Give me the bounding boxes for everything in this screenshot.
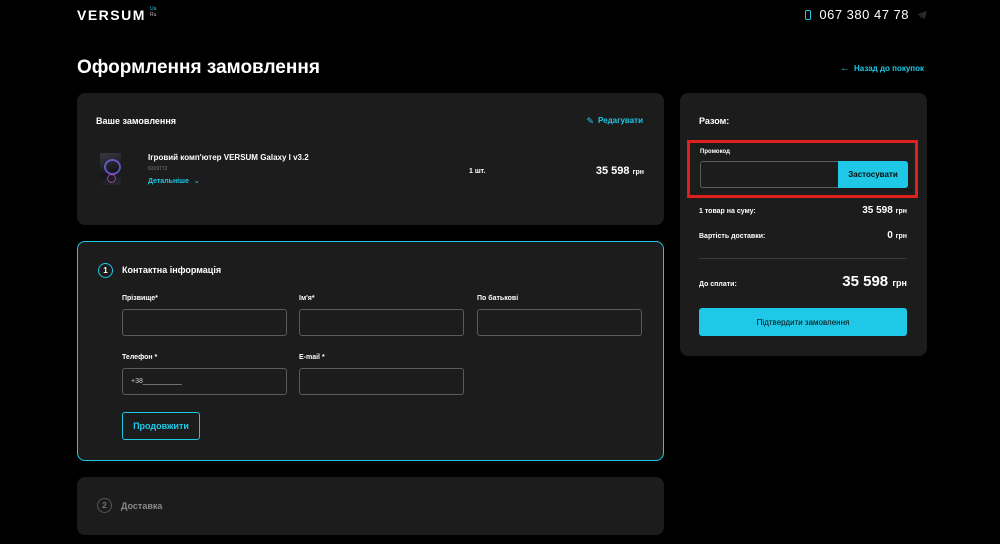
step-number-1: 1: [98, 263, 113, 278]
last-name-label: Прізвище*: [122, 295, 158, 302]
apply-promo-button[interactable]: Застосувати: [838, 161, 908, 188]
delivery-section[interactable]: 2 Доставка: [77, 477, 664, 535]
phone-number: 067 380 47 78: [819, 7, 909, 22]
edit-order-link[interactable]: ✎ Редагувати: [586, 116, 643, 125]
shipping-label: Вартість доставки:: [699, 233, 766, 240]
edit-label: Редагувати: [598, 116, 643, 125]
grand-total-label: До сплати:: [699, 281, 737, 288]
confirm-order-button[interactable]: Підтвердити замовлення: [699, 308, 907, 336]
items-total-price: 35 598 грн: [862, 205, 907, 216]
product-image[interactable]: [100, 153, 121, 185]
last-name-input[interactable]: [122, 309, 287, 336]
product-sku: 6319772: [148, 166, 168, 172]
shipping-value: 0: [887, 230, 893, 241]
step-number-2: 2: [97, 498, 112, 513]
items-total-label: 1 товар на суму:: [699, 208, 756, 215]
grand-total-value: 35 598: [842, 273, 889, 290]
order-title: Ваше замовлення: [96, 116, 177, 126]
back-to-shopping-link[interactable]: ← Назад до покупок: [840, 62, 925, 74]
order-card: Ваше замовлення ✎ Редагувати Ігровий ком…: [77, 93, 664, 225]
product-price-value: 35 598: [595, 165, 630, 177]
versum-logo[interactable]: VERSUM: [77, 7, 146, 23]
first-name-label: Ім'я*: [299, 295, 315, 302]
arrow-left-icon: ←: [840, 62, 850, 74]
shipping-currency: грн: [895, 233, 907, 240]
product-price: 35 598 грн: [596, 165, 644, 177]
back-link-label: Назад до покупок: [854, 64, 925, 73]
middle-name-label: По батькові: [477, 295, 519, 302]
chevron-down-icon: ⌄: [193, 178, 200, 185]
grand-total-price: 35 598 грн: [842, 273, 907, 290]
shipping-price: 0 грн: [887, 230, 907, 241]
product-price-currency: грн: [632, 169, 644, 176]
phone-label: Телефон *: [122, 354, 158, 361]
contact-info-section: 1 Контактна інформація Прізвище* Ім'я* П…: [77, 241, 664, 461]
promo-label: Промокод: [700, 149, 730, 155]
lang-ru-link[interactable]: Ru: [150, 12, 156, 18]
shipping-row: Вартість доставки: 0 грн: [699, 230, 907, 241]
promo-code-input[interactable]: [700, 161, 840, 188]
first-name-input[interactable]: [299, 309, 464, 336]
details-label: Детальніше: [148, 178, 189, 185]
site-header: VERSUM Ua Ru 067 380 47 78: [0, 0, 1000, 32]
grand-total-row: До сплати: 35 598 грн: [699, 273, 907, 290]
grand-total-currency: грн: [892, 278, 907, 288]
product-quantity: 1 шт.: [469, 168, 486, 175]
pencil-icon: ✎: [586, 115, 594, 126]
order-summary: Разом: Промокод Застосувати 1 товар на с…: [680, 93, 927, 356]
email-label: E-mail *: [299, 354, 325, 361]
middle-name-input[interactable]: [477, 309, 642, 336]
items-total-row: 1 товар на суму: 35 598 грн: [699, 205, 907, 216]
continue-button[interactable]: Продовжити: [122, 412, 200, 440]
email-input[interactable]: [299, 368, 464, 395]
items-total-currency: грн: [895, 208, 907, 215]
summary-divider: [699, 258, 907, 259]
phone-link[interactable]: 067 380 47 78: [805, 7, 909, 22]
promo-code-section: Промокод Застосувати: [687, 140, 918, 198]
delivery-title: Доставка: [121, 501, 163, 511]
phone-input[interactable]: [122, 368, 287, 395]
language-switcher: Ua Ru: [150, 6, 156, 18]
product-name[interactable]: Ігровий комп'ютер VERSUM Galaxy I v3.2: [148, 153, 309, 162]
items-total-value: 35 598: [862, 205, 893, 216]
phone-icon: [805, 9, 812, 20]
telegram-icon[interactable]: [917, 10, 927, 20]
page-title: Оформлення замовлення: [77, 57, 320, 78]
contact-title: Контактна інформація: [122, 265, 222, 275]
summary-title: Разом:: [699, 116, 730, 126]
product-details-toggle[interactable]: Детальніше ⌄: [148, 178, 200, 185]
